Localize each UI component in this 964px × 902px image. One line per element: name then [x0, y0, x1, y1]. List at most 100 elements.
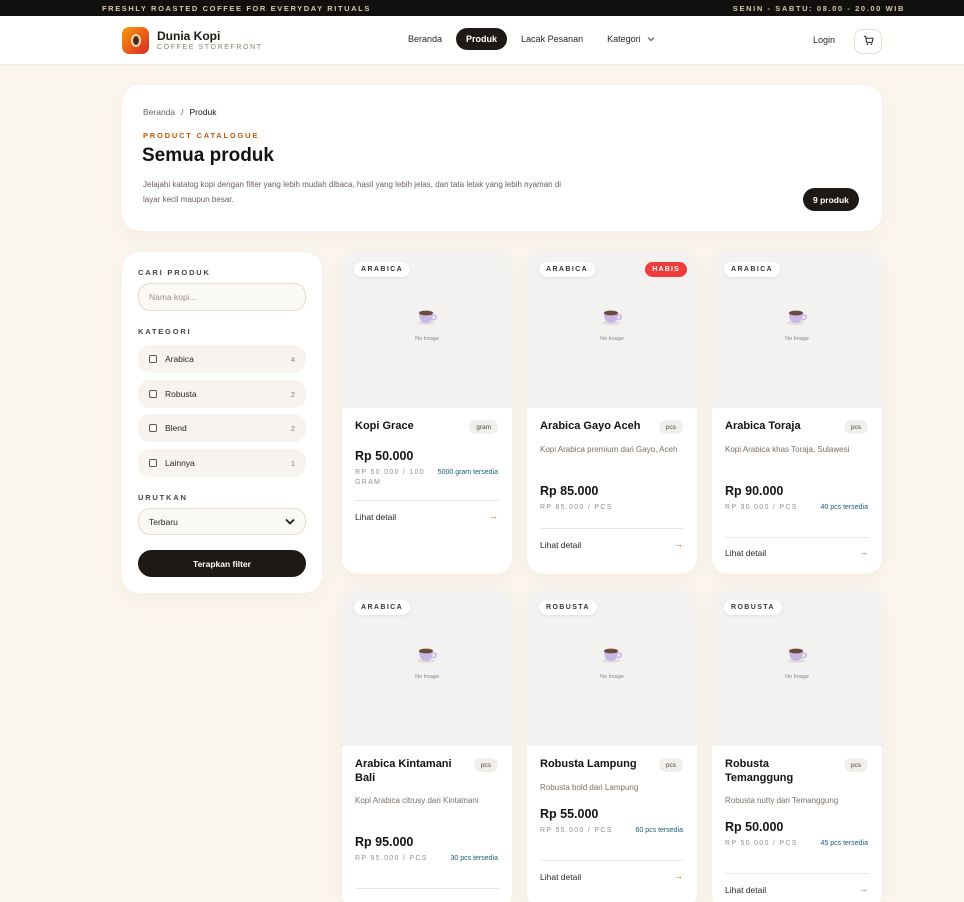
product-card[interactable]: No Image ARABICA Arabica Kintamani Bali pcs… [342, 590, 512, 902]
coffee-cup-icon [601, 644, 623, 669]
category-tag: ARABICA [539, 262, 596, 277]
announcement-bar: FRESHLY ROASTED COFFEE FOR EVERYDAY RITU… [0, 0, 964, 16]
unit-badge: gram [469, 420, 498, 434]
cart-button[interactable] [854, 29, 882, 54]
product-name[interactable]: Arabica Kintamani Bali [355, 758, 465, 785]
view-detail-link[interactable]: Lihat detail [355, 512, 396, 522]
arrow-right-icon[interactable]: → [859, 884, 868, 894]
view-detail-link[interactable]: Lihat detail [725, 885, 766, 895]
unit-badge: pcs [658, 758, 683, 772]
product-name[interactable]: Robusta Temanggung [725, 758, 835, 785]
category-count: 2 [290, 423, 295, 433]
product-price: Rp 85.000 [540, 484, 599, 498]
arrow-right-icon[interactable]: → [489, 511, 498, 521]
no-image-label: No Image [600, 674, 624, 680]
coffee-cup-icon [601, 306, 623, 331]
opening-hours: SENIN - SABTU: 08.00 - 20.00 WIB [732, 3, 905, 13]
card-divider [540, 860, 684, 861]
card-divider [355, 500, 499, 501]
search-input[interactable]: Nama kopi... [138, 283, 306, 311]
main-nav: Beranda Produk Lacak Pesanan Kategori [398, 28, 669, 50]
arrow-right-icon[interactable]: → [859, 547, 868, 557]
unit-badge: pcs [843, 420, 868, 434]
product-price: Rp 50.000 [355, 449, 414, 463]
view-detail-link[interactable]: Lihat detail [540, 872, 581, 882]
product-card[interactable]: No Image ARABICA HABIS Arabica Gayo Aceh pcs… [527, 252, 697, 574]
category-label: KATEGORI [138, 327, 192, 336]
product-name[interactable]: Arabica Gayo Aceh [540, 420, 650, 434]
product-description: Kopi Arabica citrusy dari Kintamani [355, 796, 479, 805]
category-name: Lainnya [165, 458, 195, 468]
product-price: Rp 50.000 [725, 820, 784, 834]
product-description: Robusta bold dari Lampung [540, 783, 639, 792]
chevron-down-icon [285, 517, 295, 527]
category-name: Arabica [165, 354, 194, 364]
product-card[interactable]: No Image ROBUSTA Robusta Temanggung pcs Robu… [712, 590, 882, 902]
nav-lacak-pesanan[interactable]: Lacak Pesanan [511, 28, 593, 50]
page-title: Semua produk [142, 145, 274, 166]
product-name[interactable]: Kopi Grace [355, 420, 465, 434]
filter-panel: CARI PRODUK Nama kopi... KATEGORI Arabic… [122, 252, 322, 593]
card-divider [355, 888, 499, 889]
category-item-arabica[interactable]: Arabica 4 [138, 345, 306, 373]
category-checkbox[interactable] [149, 424, 157, 432]
brand-name: Dunia Kopi [157, 28, 221, 43]
eyebrow-label: PRODUCT CATALOGUE [143, 131, 260, 140]
arrow-right-icon[interactable]: → [674, 871, 683, 881]
view-detail-link[interactable]: Lihat detail [725, 548, 766, 558]
sort-select[interactable]: Terbaru [138, 508, 306, 535]
sort-label: URUTKAN [138, 493, 188, 502]
unit-badge: pcs [843, 758, 868, 772]
no-image-label: No Image [785, 674, 809, 680]
category-checkbox[interactable] [149, 355, 157, 363]
brand-subtitle: COFFEE STOREFRONT [157, 43, 263, 51]
product-price: Rp 55.000 [540, 807, 599, 821]
nav-kategori-dropdown[interactable]: Kategori [597, 28, 665, 50]
no-image-label: No Image [785, 336, 809, 342]
sold-out-badge: HABIS [645, 262, 687, 277]
coffee-cup-icon [786, 644, 808, 669]
catalogue-header: Beranda / Produk PRODUCT CATALOGUE Semua p… [122, 85, 882, 231]
view-detail-link[interactable]: Lihat detail [540, 540, 581, 550]
stock-availability: 45 pcs tersedia [820, 840, 868, 847]
category-name: Blend [165, 423, 187, 433]
category-name: Robusta [165, 389, 197, 399]
nav-beranda[interactable]: Beranda [398, 28, 452, 50]
no-image-label: No Image [415, 674, 439, 680]
arrow-right-icon[interactable]: → [674, 539, 683, 549]
category-checkbox[interactable] [149, 459, 157, 467]
product-description: Robusta nutty dari Temanggung [725, 796, 839, 805]
product-card[interactable]: No Image ROBUSTA Robusta Lampung pcs Robusta… [527, 590, 697, 902]
stock-availability: 30 pcs tersedia [450, 855, 498, 862]
apply-filter-button[interactable]: Terapkan filter [138, 550, 306, 577]
breadcrumb-current: Produk [189, 107, 217, 117]
category-item-lainnya[interactable]: Lainnya 1 [138, 449, 306, 477]
card-divider [725, 537, 869, 538]
brand-link[interactable]: Dunia Kopi COFFEE STOREFRONT [122, 27, 263, 54]
category-tag: ARABICA [354, 262, 411, 277]
nav-produk[interactable]: Produk [456, 28, 508, 50]
category-count: 2 [290, 389, 295, 399]
breadcrumb-home[interactable]: Beranda [143, 107, 175, 117]
login-link[interactable]: Login [813, 35, 835, 45]
product-price: Rp 95.000 [355, 835, 414, 849]
unit-badge: pcs [473, 758, 498, 772]
unit-badge: pcs [658, 420, 683, 434]
category-item-robusta[interactable]: Robusta 2 [138, 380, 306, 408]
product-card[interactable]: No Image ARABICA Kopi Grace gram Rp 50.000 RP… [342, 252, 512, 574]
product-name[interactable]: Arabica Toraja [725, 420, 835, 434]
coffee-logo-icon [122, 27, 149, 54]
category-checkbox[interactable] [149, 390, 157, 398]
coffee-cup-icon [416, 644, 438, 669]
page-description: Jelajahi katalog kopi dengan filter yang… [143, 180, 562, 204]
product-name[interactable]: Robusta Lampung [540, 758, 650, 772]
category-count: 4 [290, 354, 295, 364]
stock-availability: 40 pcs tersedia [820, 504, 868, 511]
cart-icon [863, 33, 874, 51]
category-item-blend[interactable]: Blend 2 [138, 414, 306, 442]
product-count-badge: 9 produk [803, 188, 859, 211]
stock-availability: 5000 gram tersedia [437, 469, 498, 476]
category-count: 1 [290, 458, 295, 468]
no-image-label: No Image [415, 336, 439, 342]
product-card[interactable]: No Image ARABICA Arabica Toraja pcs Kopi Ara… [712, 252, 882, 574]
